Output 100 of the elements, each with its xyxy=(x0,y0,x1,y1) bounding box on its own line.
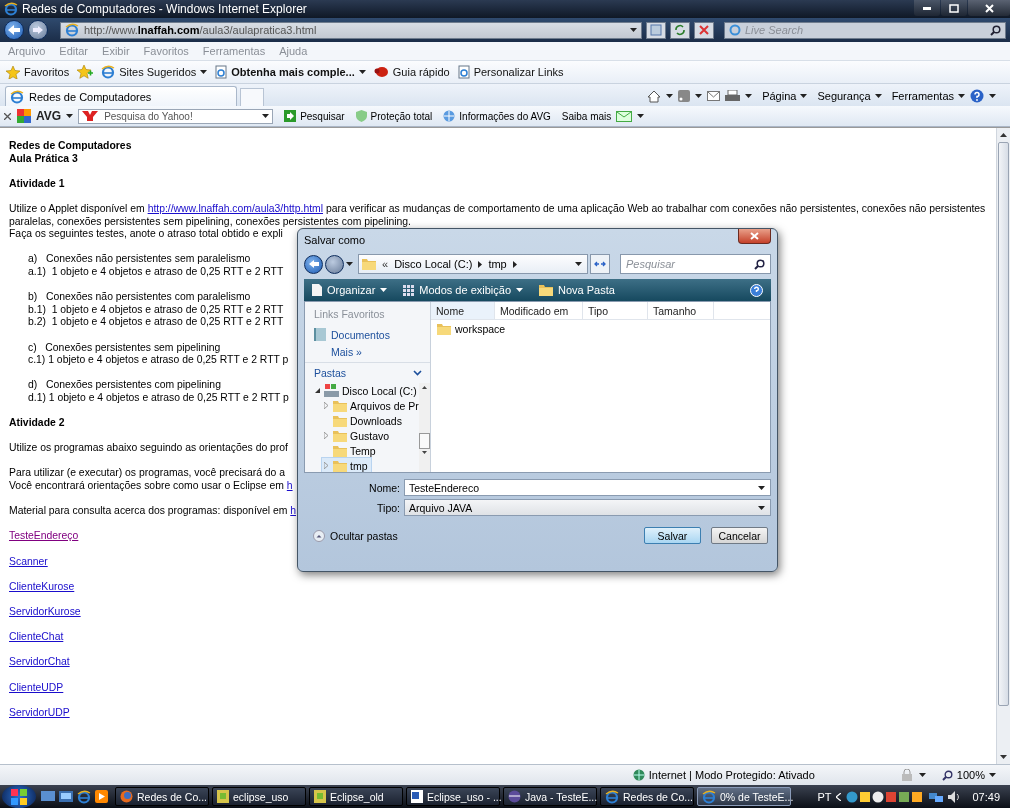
desktop-icon[interactable] xyxy=(41,790,55,803)
file-type-select[interactable]: Arquivo JAVA xyxy=(404,499,771,516)
taskbar-button[interactable]: Redes de Co... xyxy=(115,787,209,806)
taskbar-button[interactable]: Eclipse_uso - ... xyxy=(406,787,500,806)
security-zone[interactable]: Internet | Modo Protegido: Ativado xyxy=(632,769,895,781)
forward-button[interactable] xyxy=(28,20,48,40)
command-menu[interactable]: Ferramentas xyxy=(891,90,965,102)
overflow-chevron[interactable]: « xyxy=(382,258,389,270)
maximize-button[interactable] xyxy=(941,0,967,16)
forward-button[interactable] xyxy=(325,254,344,274)
more-link[interactable]: Mais » xyxy=(305,343,430,360)
close-button[interactable] xyxy=(968,0,1010,16)
print-icon[interactable] xyxy=(725,89,741,103)
scrollbar[interactable] xyxy=(996,128,1010,764)
envelope-icon[interactable] xyxy=(616,110,633,122)
toolbar-button[interactable]: Proteção total xyxy=(355,110,433,122)
tree-item[interactable]: Disco Local (C:) xyxy=(313,383,419,398)
column-header[interactable]: Modificado em xyxy=(495,302,583,319)
favorites-bar-item[interactable]: Personalizar Links xyxy=(457,65,564,79)
taskbar-button[interactable]: Eclipse_old xyxy=(309,787,403,806)
tree-item[interactable]: Temp xyxy=(322,443,379,458)
dialog-button[interactable]: Cancelar xyxy=(711,527,768,544)
scroll-thumb[interactable] xyxy=(419,433,430,449)
link[interactable]: ClienteChat xyxy=(9,631,64,643)
address-field[interactable]: http://www.lnaffah.com/aula3/aulapratica3.html xyxy=(60,21,642,39)
favorite-link[interactable]: Documentos xyxy=(305,326,430,343)
link[interactable]: TesteEndereço xyxy=(9,530,79,542)
breadcrumb-item[interactable]: tmp xyxy=(488,258,507,270)
command-menu[interactable]: Página xyxy=(762,90,808,102)
help-icon[interactable] xyxy=(970,89,984,103)
back-button[interactable] xyxy=(304,254,323,274)
column-header[interactable]: Tamanho xyxy=(648,302,714,319)
dialog-button[interactable]: Salvar xyxy=(644,527,701,544)
link[interactable]: h xyxy=(290,505,297,517)
feed-icon[interactable] xyxy=(678,90,691,102)
favorites-bar-item[interactable]: Guia rápido xyxy=(373,66,450,78)
hide-folders-button[interactable]: Ocultar pastas xyxy=(313,529,398,542)
taskbar-button[interactable]: Redes de Co... xyxy=(600,787,694,806)
link[interactable]: ServidorKurose xyxy=(9,605,81,617)
home-icon[interactable] xyxy=(647,89,662,103)
tree-item[interactable]: tmp xyxy=(322,458,371,472)
link[interactable]: ServidorChat xyxy=(9,656,70,668)
toolbar-button[interactable]: Organizar xyxy=(312,284,388,296)
favorites-bar-item[interactable]: Obtenha mais comple... xyxy=(215,65,366,79)
tray-icons-drawing[interactable] xyxy=(846,790,925,803)
add-favorite-icon[interactable] xyxy=(77,65,94,79)
link[interactable]: ServidorUDP xyxy=(9,706,70,718)
tree-item[interactable]: Downloads xyxy=(322,413,405,428)
mail-icon[interactable] xyxy=(707,91,721,101)
scroll-thumb[interactable] xyxy=(998,142,1009,706)
refresh-icon[interactable] xyxy=(670,21,690,39)
speaker-icon[interactable] xyxy=(948,790,962,803)
link[interactable]: Scanner xyxy=(9,555,48,567)
command-menu[interactable]: Segurança xyxy=(817,90,882,102)
stop-icon[interactable] xyxy=(694,21,714,39)
column-header[interactable]: Tipo xyxy=(583,302,648,319)
close-toolbar-icon[interactable] xyxy=(4,112,12,120)
search-field[interactable]: Pesquisa do Yahoo! xyxy=(78,108,274,124)
chevron-icon[interactable] xyxy=(413,370,422,376)
link[interactable]: http://www.lnaffah.com/aula3/http.html xyxy=(147,202,323,214)
language-indicator[interactable]: PT xyxy=(817,790,832,803)
clock[interactable]: 07:49 xyxy=(972,790,1000,803)
back-button[interactable] xyxy=(4,20,24,40)
column-header[interactable]: Nome xyxy=(431,302,495,319)
start-button[interactable] xyxy=(2,785,36,808)
collapsed-arrow-icon xyxy=(324,402,328,409)
link[interactable]: ClienteUDP xyxy=(9,681,64,693)
favorites-bar-item[interactable]: Sites Sugeridos xyxy=(101,65,208,79)
zoom-control[interactable]: 100% xyxy=(941,769,996,781)
file-name-field[interactable]: TesteEndereco xyxy=(404,479,771,496)
toolbar-button[interactable]: Modos de exibição xyxy=(403,284,524,296)
scroll-up-icon[interactable] xyxy=(1000,133,1007,137)
favorites-bar-item[interactable]: Favoritos xyxy=(6,65,70,79)
browser-tab[interactable]: Redes de Computadores xyxy=(5,86,237,106)
taskbar-button[interactable]: Java - TesteE... xyxy=(503,787,597,806)
scrollbar[interactable] xyxy=(419,383,430,472)
scroll-down-icon[interactable] xyxy=(422,451,427,454)
tree-item[interactable]: Gustavo xyxy=(322,428,393,443)
help-icon[interactable] xyxy=(750,283,763,297)
scroll-up-icon[interactable] xyxy=(422,386,427,389)
tree-item[interactable]: Arquivos de Pr xyxy=(322,398,419,413)
media-player-icon[interactable] xyxy=(95,790,108,803)
taskbar-button[interactable]: 0% de TesteE... xyxy=(697,787,791,806)
toolbar-button[interactable]: Informações do AVG xyxy=(443,110,551,122)
link[interactable]: ClienteKurose xyxy=(9,580,75,592)
scroll-down-icon[interactable] xyxy=(1000,755,1007,759)
refresh-icon[interactable] xyxy=(590,254,610,274)
file-name[interactable]: workspace xyxy=(455,322,506,335)
path-field[interactable]: « Disco Local (C:) tmp xyxy=(358,254,588,274)
toolbar-button[interactable]: Nova Pasta xyxy=(539,284,615,296)
breadcrumb-item[interactable]: Disco Local (C:) xyxy=(394,258,473,270)
network-icon[interactable] xyxy=(929,790,944,803)
compatibility-icon[interactable] xyxy=(646,21,666,39)
taskbar-button[interactable]: eclipse_uso xyxy=(212,787,306,806)
window-switch-icon[interactable] xyxy=(59,790,73,803)
toolbar-button[interactable]: Saiba mais xyxy=(561,110,612,122)
toolbar-button[interactable]: Pesquisar xyxy=(284,110,345,122)
link[interactable]: h xyxy=(286,480,293,492)
minimize-button[interactable] xyxy=(914,0,940,16)
close-button[interactable] xyxy=(738,229,771,244)
